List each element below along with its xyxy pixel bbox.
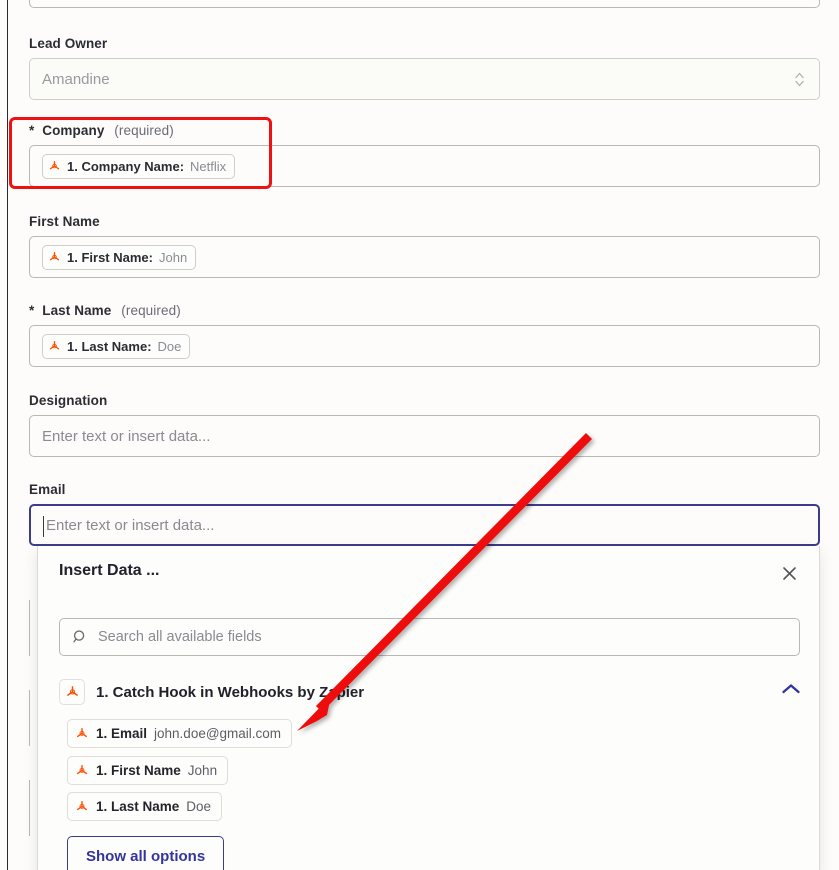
field-company: * Company (required) 1. Company Name: Ne…	[29, 123, 820, 187]
label-email-text: Email	[29, 482, 66, 497]
field-last-name: * Last Name (required) 1. Last Name: Doe	[29, 303, 820, 367]
field-lead-owner: Lead Owner Amandine	[29, 36, 820, 100]
zapier-icon	[48, 160, 61, 173]
label-designation: Designation	[29, 393, 820, 408]
label-last-name-text: Last Name	[42, 303, 112, 318]
token-chip-last-name-key: 1. Last Name:	[67, 338, 152, 354]
zapier-icon	[48, 340, 61, 353]
first-name-input[interactable]: 1. First Name: John	[29, 236, 820, 278]
text-caret	[43, 516, 44, 537]
label-lead-owner: Lead Owner	[29, 36, 820, 51]
ghost-field-edge	[29, 780, 30, 836]
option-key: 1. Last Name	[96, 799, 180, 814]
token-chip-first-name[interactable]: 1. First Name: John	[42, 244, 197, 270]
page-left-border	[0, 0, 8, 870]
stepper-chevrons-icon[interactable]	[793, 69, 805, 89]
search-input[interactable]: Search all available fields	[59, 618, 800, 656]
zapier-icon	[48, 251, 61, 264]
token-chip-first-name-value: John	[158, 249, 188, 265]
label-lead-owner-text: Lead Owner	[29, 36, 108, 51]
option-key: 1. Email	[96, 726, 148, 741]
required-note-last-name: (required)	[121, 303, 181, 318]
option-value: Doe	[186, 799, 212, 814]
field-first-name: First Name 1. First Name: John	[29, 214, 820, 278]
email-placeholder: Enter text or insert data...	[46, 516, 215, 534]
token-chip-last-name[interactable]: 1. Last Name: Doe	[42, 333, 191, 359]
insert-data-option-last-name[interactable]: 1. Last Name Doe	[67, 792, 223, 821]
token-chip-company[interactable]: 1. Company Name: Netflix	[42, 153, 236, 179]
option-key: 1. First Name	[96, 763, 181, 778]
search-icon	[73, 630, 85, 643]
show-all-options-button[interactable]: Show all options	[67, 836, 225, 870]
lead-owner-value: Amandine	[42, 70, 110, 88]
ghost-field-edge	[29, 690, 30, 746]
required-star-last-name: *	[29, 303, 35, 318]
insert-data-option-email[interactable]: 1. Email john.doe@gmail.com	[67, 719, 293, 748]
company-input[interactable]: 1. Company Name: Netflix	[29, 145, 820, 187]
ghost-field-edge	[29, 600, 30, 656]
insert-data-group-header[interactable]: 1. Catch Hook in Webhooks by Zapier	[59, 678, 800, 706]
token-chip-company-key: 1. Company Name:	[67, 158, 185, 174]
field-above-partial	[29, 0, 820, 8]
insert-data-group-label: 1. Catch Hook in Webhooks by Zapier	[96, 683, 365, 701]
field-email: Email Enter text or insert data...	[29, 482, 820, 546]
zapier-icon	[59, 679, 85, 705]
insert-data-option-first-name[interactable]: 1. First Name John	[67, 756, 229, 785]
partial-input[interactable]	[29, 0, 820, 8]
chevron-up-icon[interactable]	[781, 683, 801, 695]
token-chip-company-value: Netflix	[190, 158, 227, 174]
insert-data-title: Insert Data ...	[59, 562, 160, 579]
designation-placeholder: Enter text or insert data...	[42, 427, 211, 445]
email-input[interactable]: Enter text or insert data...	[29, 504, 820, 546]
last-name-input[interactable]: 1. Last Name: Doe	[29, 325, 820, 367]
label-company: * Company (required)	[29, 123, 820, 138]
label-designation-text: Designation	[29, 393, 108, 408]
label-first-name-text: First Name	[29, 214, 100, 229]
zapier-icon	[75, 727, 89, 741]
token-chip-last-name-value: Doe	[157, 338, 182, 354]
option-value: John	[187, 763, 218, 778]
option-value: john.doe@gmail.com	[154, 726, 282, 741]
label-first-name: First Name	[29, 214, 820, 229]
label-company-text: Company	[42, 123, 105, 138]
form-screen: Lead Owner Amandine * Company (required)	[0, 0, 839, 870]
lead-owner-select[interactable]: Amandine	[29, 58, 820, 100]
search-placeholder: Search all available fields	[98, 629, 262, 645]
required-star-company: *	[29, 123, 35, 138]
insert-data-panel: Insert Data ... Search all available fie…	[37, 546, 820, 870]
zapier-icon	[75, 800, 89, 814]
field-designation: Designation Enter text or insert data...	[29, 393, 820, 457]
lead-form: Lead Owner Amandine * Company (required)	[9, 0, 839, 870]
label-last-name: * Last Name (required)	[29, 303, 820, 318]
token-chip-first-name-key: 1. First Name:	[67, 249, 153, 265]
close-icon[interactable]	[779, 563, 799, 583]
label-email: Email	[29, 482, 820, 497]
designation-input[interactable]: Enter text or insert data...	[29, 415, 820, 457]
zapier-icon	[75, 764, 89, 778]
required-note-company: (required)	[114, 123, 174, 138]
